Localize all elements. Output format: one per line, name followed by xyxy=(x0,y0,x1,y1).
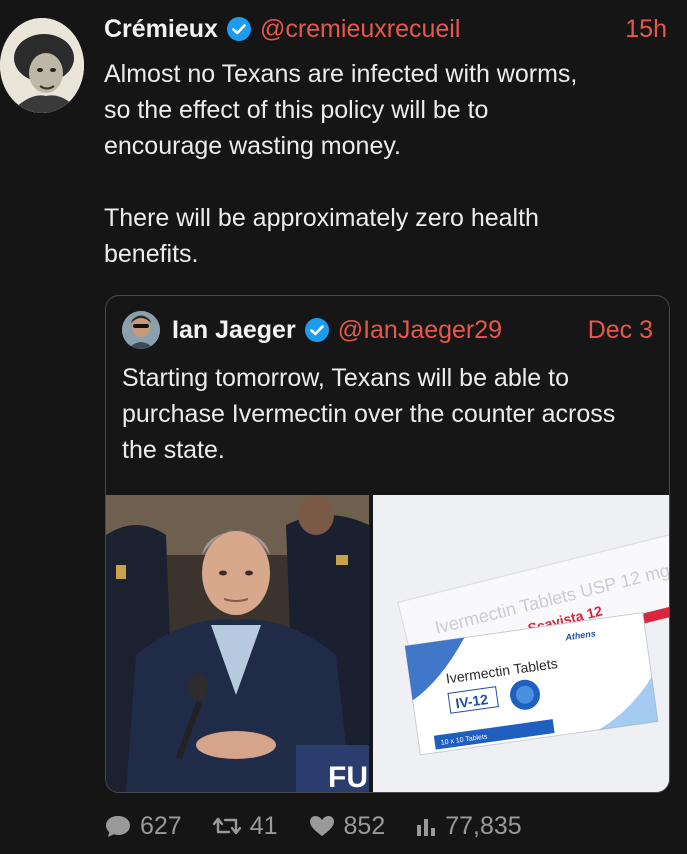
retweet-count: 41 xyxy=(249,811,278,840)
retweet-icon xyxy=(212,817,241,835)
quoted-tweet-text: Starting tomorrow, Texans will be able t… xyxy=(122,364,616,464)
quoted-tweet[interactable]: Ian Jaeger @IanJaeger29 Dec 3 Starting t… xyxy=(105,295,670,793)
like-count: 852 xyxy=(343,811,386,840)
quoted-verified-badge-icon xyxy=(304,317,330,343)
quoted-tweet-header: Ian Jaeger @IanJaeger29 Dec 3 xyxy=(122,311,653,349)
quoted-image-press-conference[interactable]: FU xyxy=(106,495,369,792)
author-handle[interactable]: @cremieuxrecueil xyxy=(260,15,460,44)
author-avatar[interactable] xyxy=(0,18,84,113)
reply-icon xyxy=(106,816,130,837)
heart-icon xyxy=(309,816,334,836)
quoted-author-name[interactable]: Ian Jaeger xyxy=(172,316,296,345)
reply-count: 627 xyxy=(140,811,182,840)
quoted-image-ivermectin-boxes[interactable]: Ivermectin Tablets USP 12 mg Scavista 12… xyxy=(373,495,669,792)
quoted-author-avatar[interactable] xyxy=(122,311,160,349)
author-name[interactable]: Crémieux xyxy=(104,15,218,44)
tweet-header: Crémieux @cremieuxrecueil 15h xyxy=(104,12,667,46)
quoted-author-handle[interactable]: @IanJaeger29 xyxy=(338,316,502,345)
verified-badge-icon xyxy=(226,16,252,42)
tweet-actions: 627 41 852 77,835 xyxy=(104,808,552,844)
view-count: 77,835 xyxy=(445,811,522,840)
views-button[interactable]: 77,835 xyxy=(415,811,522,841)
tweet-text: Almost no Texans are infected with worms… xyxy=(104,60,578,268)
like-button[interactable]: 852 xyxy=(308,811,386,841)
tweet-timestamp[interactable]: 15h xyxy=(625,15,667,44)
retweet-button[interactable]: 41 xyxy=(212,812,278,841)
reply-button[interactable]: 627 xyxy=(104,812,182,841)
podium-sign-text: FU xyxy=(328,761,368,792)
quoted-tweet-date[interactable]: Dec 3 xyxy=(588,316,653,345)
views-chart-icon xyxy=(417,819,436,836)
